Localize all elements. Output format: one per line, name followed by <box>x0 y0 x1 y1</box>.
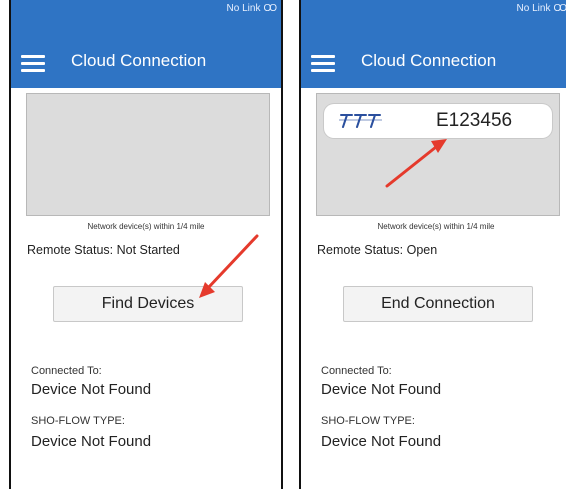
infinity-link-icon: OO <box>263 3 276 14</box>
connected-to-label: Connected To: <box>31 365 102 377</box>
phone-screen-end-connection: No Link OO Cloud Connection E123456 Netwo… <box>299 0 566 489</box>
device-list-item[interactable]: E123456 <box>324 104 552 138</box>
status-bar: No Link OO <box>226 3 277 14</box>
network-caption: Network device(s) within 1/4 mile <box>377 222 495 231</box>
link-status-text: No Link <box>226 3 261 14</box>
hamburger-menu-icon[interactable] <box>21 53 45 73</box>
remote-status: Remote Status: Open <box>317 243 438 257</box>
link-status-text: No Link <box>516 3 551 14</box>
type-value: Device Not Found <box>321 433 442 450</box>
page-title: Cloud Connection <box>361 51 497 70</box>
find-devices-button[interactable]: Find Devices <box>53 286 243 322</box>
status-bar: No Link OO <box>516 3 566 14</box>
type-label: SHO-FLOW TYPE: <box>31 415 125 427</box>
end-connection-button[interactable]: End Connection <box>343 286 533 322</box>
phone-screen-find-devices: No Link OO Cloud Connection Network devic… <box>9 0 283 489</box>
connected-to-value: Device Not Found <box>321 381 442 398</box>
device-id: E123456 <box>436 110 513 131</box>
type-value: Device Not Found <box>31 433 152 450</box>
remote-status: Remote Status: Not Started <box>27 243 180 257</box>
brand-logo <box>339 114 382 128</box>
app-bar: No Link OO Cloud Connection <box>301 0 566 88</box>
infinity-link-icon: OO <box>553 3 566 14</box>
hamburger-menu-icon[interactable] <box>311 53 335 73</box>
type-label: SHO-FLOW TYPE: <box>321 415 415 427</box>
page-title: Cloud Connection <box>71 51 207 70</box>
network-caption: Network device(s) within 1/4 mile <box>87 222 205 231</box>
device-list-panel[interactable] <box>26 93 270 216</box>
app-bar: No Link OO Cloud Connection <box>11 0 281 88</box>
connected-to-value: Device Not Found <box>31 381 152 398</box>
connected-to-label: Connected To: <box>321 365 392 377</box>
device-list-panel: E123456 <box>316 93 560 216</box>
